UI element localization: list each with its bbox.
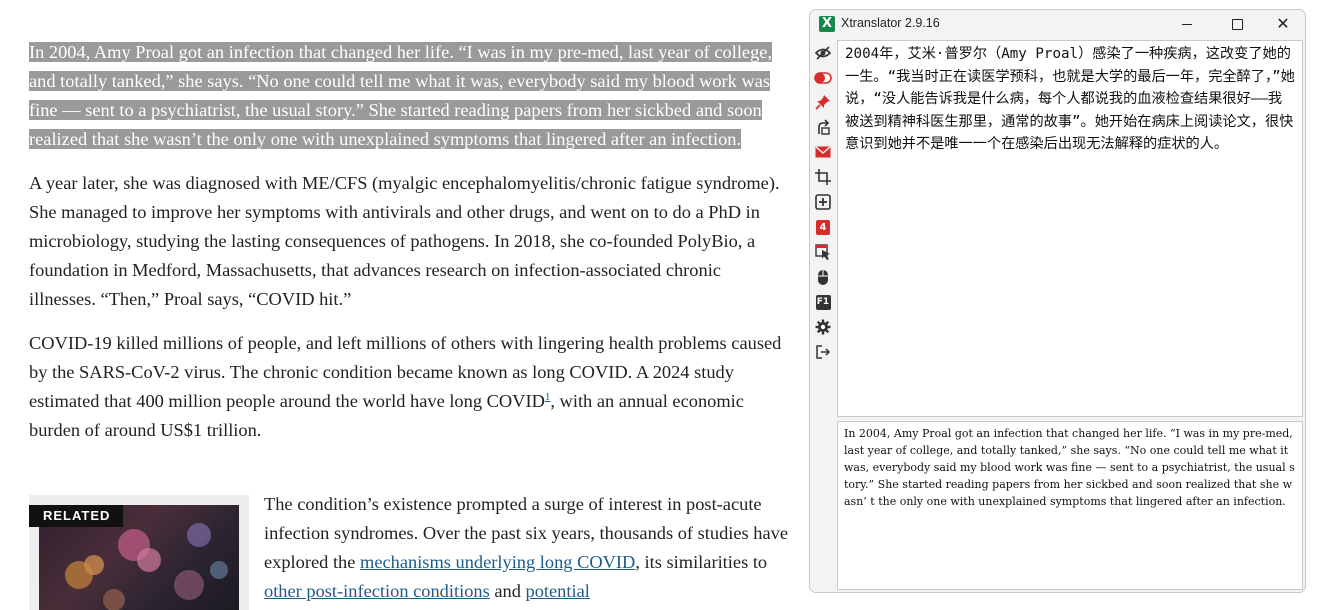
plus-box-icon (815, 194, 831, 210)
paragraph-1[interactable]: In 2004, Amy Proal got an infection that… (29, 38, 789, 154)
add-button[interactable] (814, 193, 832, 211)
title-bar[interactable]: X Xtranslator 2.9.16 ✕ (810, 10, 1305, 38)
related-label: RELATED (29, 505, 124, 527)
f1-key-icon: F1 (815, 294, 831, 310)
related-card[interactable]: RELATED (29, 495, 249, 610)
link-potential[interactable]: potential (526, 581, 590, 601)
translated-text: 2004年，艾米·普罗尔（Amy Proal）感染了一种疾病，这改变了她的一生。… (845, 46, 1295, 152)
gear-icon (815, 319, 831, 335)
toggle-icon (814, 72, 832, 84)
paragraph-4-and: and (489, 581, 526, 601)
app-icon: X (819, 16, 835, 32)
count-button[interactable]: 4 (814, 218, 832, 236)
window-title: Xtranslator 2.9.16 (841, 16, 940, 30)
source-text: In 2004, Amy Proal got an infection that… (844, 427, 1295, 508)
exit-icon (816, 345, 831, 359)
rotate-icon (818, 119, 830, 135)
translation-output[interactable]: 2004年，艾米·普罗尔（Amy Proal）感染了一种疾病，这改变了她的一生。… (837, 40, 1303, 417)
article-body: In 2004, Amy Proal got an infection that… (29, 38, 789, 460)
paragraph-2: A year later, she was diagnosed with ME/… (29, 173, 780, 309)
mail-icon (815, 146, 831, 158)
paragraph-4-mid: , its similarities to (635, 552, 768, 572)
hide-button[interactable] (814, 44, 832, 62)
close-button[interactable]: ✕ (1260, 10, 1305, 38)
xtranslator-window[interactable]: X Xtranslator 2.9.16 ✕ 4 F1 2004年，艾米·普罗尔… (809, 9, 1306, 593)
mail-button[interactable] (814, 143, 832, 161)
mouse-icon (818, 269, 828, 285)
badge-icon: 4 (816, 219, 830, 235)
link-post-infection[interactable]: other post-infection conditions (264, 581, 490, 601)
crop-icon (815, 169, 831, 185)
close-icon: ✕ (1276, 14, 1290, 33)
crop-button[interactable] (814, 168, 832, 186)
help-button[interactable]: F1 (814, 293, 832, 311)
toggle-button[interactable] (814, 69, 832, 87)
settings-button[interactable] (814, 318, 832, 336)
exit-button[interactable] (814, 343, 832, 361)
source-input[interactable]: In 2004, Amy Proal got an infection that… (837, 421, 1303, 590)
select-area-button[interactable] (814, 243, 832, 261)
eye-off-icon (815, 46, 831, 60)
paragraph-4: The condition’s existence prompted a sur… (264, 490, 789, 606)
minimize-icon (1182, 23, 1192, 25)
pin-button[interactable] (814, 93, 832, 111)
pin-icon (815, 95, 830, 110)
mouse-button[interactable] (814, 268, 832, 286)
maximize-button[interactable] (1214, 10, 1260, 38)
paragraph-3: COVID-19 killed millions of people, and … (29, 329, 789, 445)
selected-text[interactable]: In 2004, Amy Proal got an infection that… (29, 42, 773, 149)
pointer-select-icon (815, 244, 830, 260)
rotate-button[interactable] (814, 118, 832, 136)
maximize-icon (1231, 18, 1243, 30)
link-mechanisms[interactable]: mechanisms underlying long COVID (360, 552, 635, 572)
minimize-button[interactable] (1164, 10, 1210, 38)
